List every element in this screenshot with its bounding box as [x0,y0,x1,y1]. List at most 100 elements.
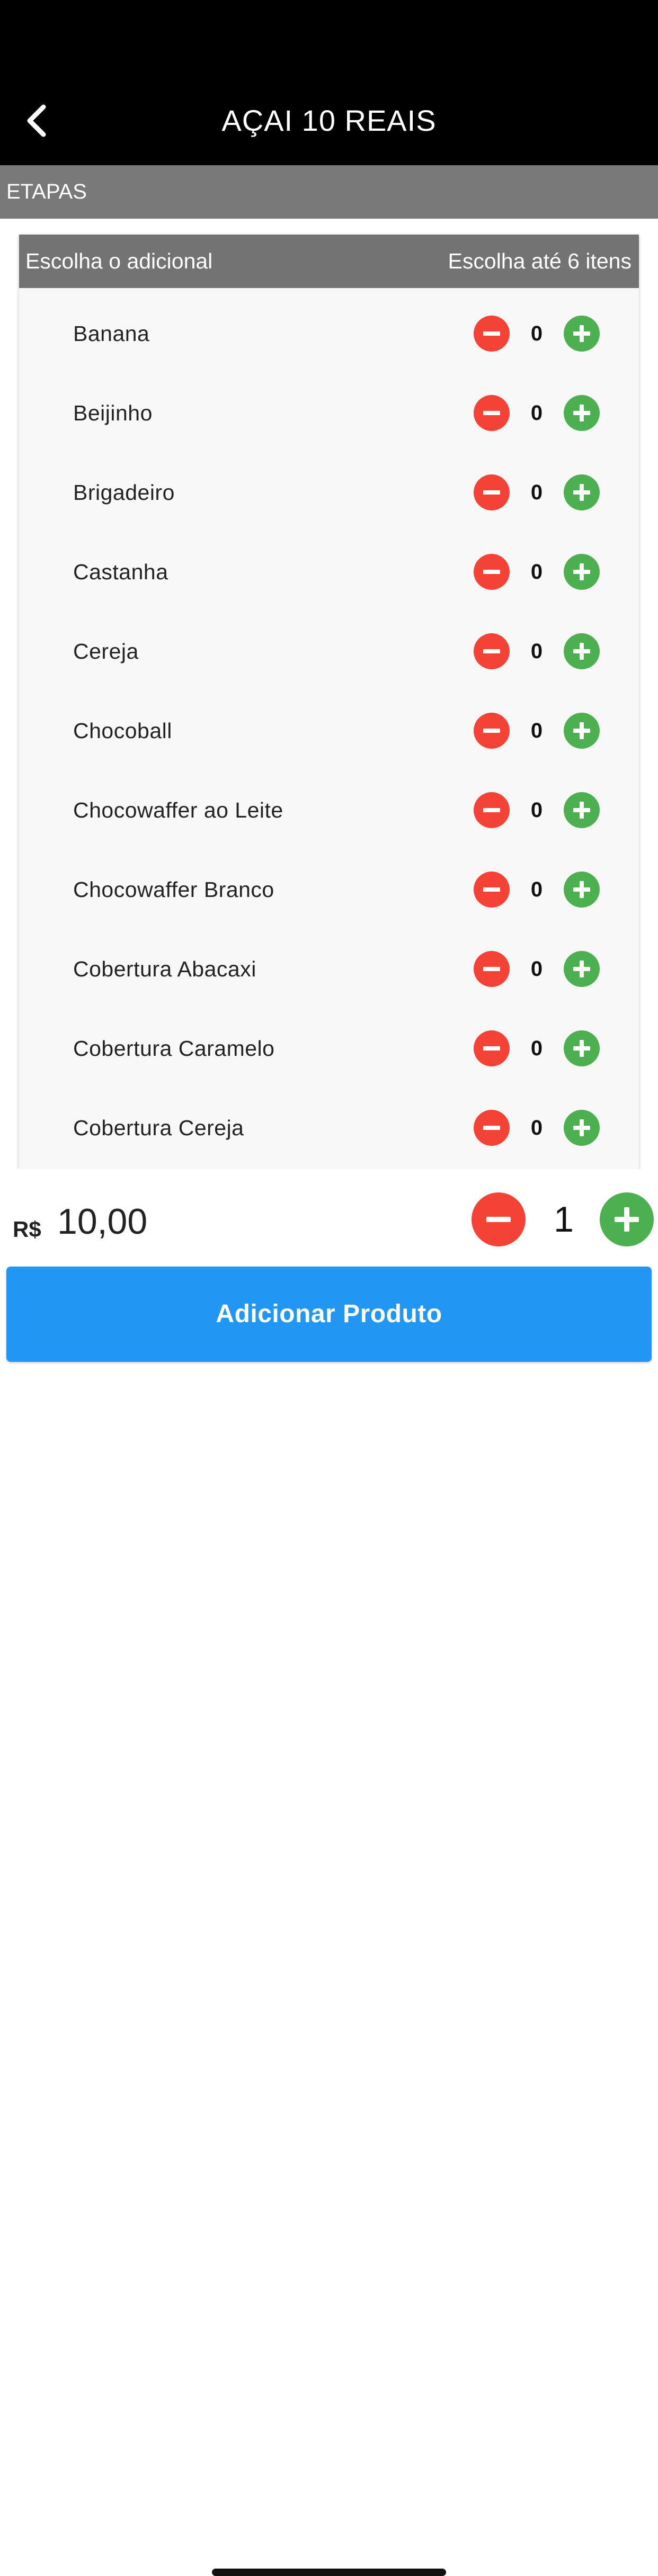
page-title: AÇAI 10 REAIS [221,104,437,137]
addon-stepper: 0 [474,872,601,908]
addon-count: 0 [530,401,543,425]
addon-row: Cobertura Caramelo 0 [19,1003,639,1082]
addon-increment-button[interactable] [564,713,600,749]
addon-increment-button[interactable] [564,1110,600,1146]
app-header: AÇAI 10 REAIS [0,0,658,165]
addon-stepper: 0 [474,951,601,987]
addon-decrement-button[interactable] [474,1030,510,1066]
add-product-button[interactable]: Adicionar Produto [6,1267,652,1362]
steps-bar: ETAPAS [0,165,658,219]
plus-icon [573,484,590,501]
addon-increment-button[interactable] [564,792,600,828]
addon-name: Cobertura Cereja [73,1116,244,1140]
addon-decrement-button[interactable] [474,395,510,431]
minus-icon [483,1046,500,1051]
addons-limit: Escolha até 6 itens [448,249,632,273]
plus-icon [573,563,590,580]
plus-icon [573,881,590,898]
addon-count: 0 [530,878,543,901]
minus-icon [483,887,500,892]
addon-stepper: 0 [474,554,601,590]
addon-stepper: 0 [474,395,601,431]
addon-stepper: 0 [474,1030,601,1066]
addon-row: Brigadeiro 0 [19,447,639,526]
addons-card-header: Escolha o adicional Escolha até 6 itens [19,235,639,288]
minus-icon [486,1217,511,1222]
addon-row: Chocowaffer Branco 0 [19,844,639,923]
addons-title: Escolha o adicional [25,249,213,273]
addon-increment-button[interactable] [564,633,600,669]
addons-card: Escolha o adicional Escolha até 6 itens … [19,235,639,1169]
addon-name: Chocoball [73,719,172,743]
plus-icon [573,405,590,421]
addon-name: Chocowaffer Branco [73,877,274,902]
addon-row: Cobertura Abacaxi 0 [19,923,639,1003]
addon-count: 0 [530,640,543,663]
addon-count: 0 [530,322,543,345]
addon-row: Cobertura Cereja 0 [19,1082,639,1162]
addon-count: 0 [530,560,543,584]
addon-increment-button[interactable] [564,1030,600,1066]
minus-icon [483,649,500,653]
addon-name: Brigadeiro [73,480,175,505]
addon-decrement-button[interactable] [474,713,510,749]
plus-icon [573,961,590,977]
home-indicator [212,2569,446,2576]
addon-count: 0 [530,1037,543,1060]
addon-decrement-button[interactable] [474,316,510,352]
addon-name: Cereja [73,639,139,663]
addon-decrement-button[interactable] [474,474,510,510]
steps-label: ETAPAS [6,180,87,203]
addon-increment-button[interactable] [564,474,600,510]
addon-stepper: 0 [474,633,601,669]
minus-icon [483,570,500,574]
addon-count: 0 [530,481,543,504]
addon-increment-button[interactable] [564,395,600,431]
addons-list: Banana 0 Beijinho 0 Brigadeiro 0 Castanha 0 Cere… [19,288,639,1162]
addon-stepper: 0 [474,316,601,352]
minus-icon [483,331,500,336]
addon-name: Castanha [73,560,168,584]
quantity-value: 1 [554,1199,574,1240]
addon-increment-button[interactable] [564,951,600,987]
addon-row: Cereja 0 [19,606,639,685]
addon-stepper: 0 [474,1110,601,1146]
addon-name: Beijinho [73,401,153,425]
addon-name: Cobertura Caramelo [73,1036,275,1061]
addon-row: Banana 0 [19,288,639,367]
addon-decrement-button[interactable] [474,554,510,590]
addon-count: 0 [530,957,543,981]
addon-increment-button[interactable] [564,316,600,352]
minus-icon [483,411,500,415]
addon-count: 0 [530,719,543,742]
addon-decrement-button[interactable] [474,1110,510,1146]
addon-stepper: 0 [474,713,601,749]
addon-decrement-button[interactable] [474,872,510,908]
addon-count: 0 [530,798,543,822]
addon-increment-button[interactable] [564,872,600,908]
plus-icon [573,325,590,342]
plus-icon [573,722,590,739]
quantity-decrement-button[interactable] [472,1192,526,1246]
minus-icon [483,490,500,495]
minus-icon [483,729,500,733]
addon-stepper: 0 [474,792,601,828]
footer: R$ 10,00 1 Adicionar Produto [0,1169,658,2576]
plus-icon [573,643,590,660]
addon-decrement-button[interactable] [474,792,510,828]
addon-row: Castanha 0 [19,526,639,606]
addon-row: Beijinho 0 [19,367,639,447]
price-currency: R$ [13,1217,41,1242]
plus-icon [573,1040,590,1057]
addon-decrement-button[interactable] [474,633,510,669]
quantity-increment-button[interactable] [600,1192,654,1246]
addon-name: Chocowaffer ao Leite [73,798,283,822]
minus-icon [483,967,500,971]
addon-row: Chocoball 0 [19,685,639,765]
addon-increment-button[interactable] [564,554,600,590]
addon-name: Banana [73,321,150,346]
plus-icon [615,1207,639,1232]
addon-name: Cobertura Abacaxi [73,957,256,981]
addon-decrement-button[interactable] [474,951,510,987]
addon-row: Chocowaffer ao Leite 0 [19,765,639,844]
